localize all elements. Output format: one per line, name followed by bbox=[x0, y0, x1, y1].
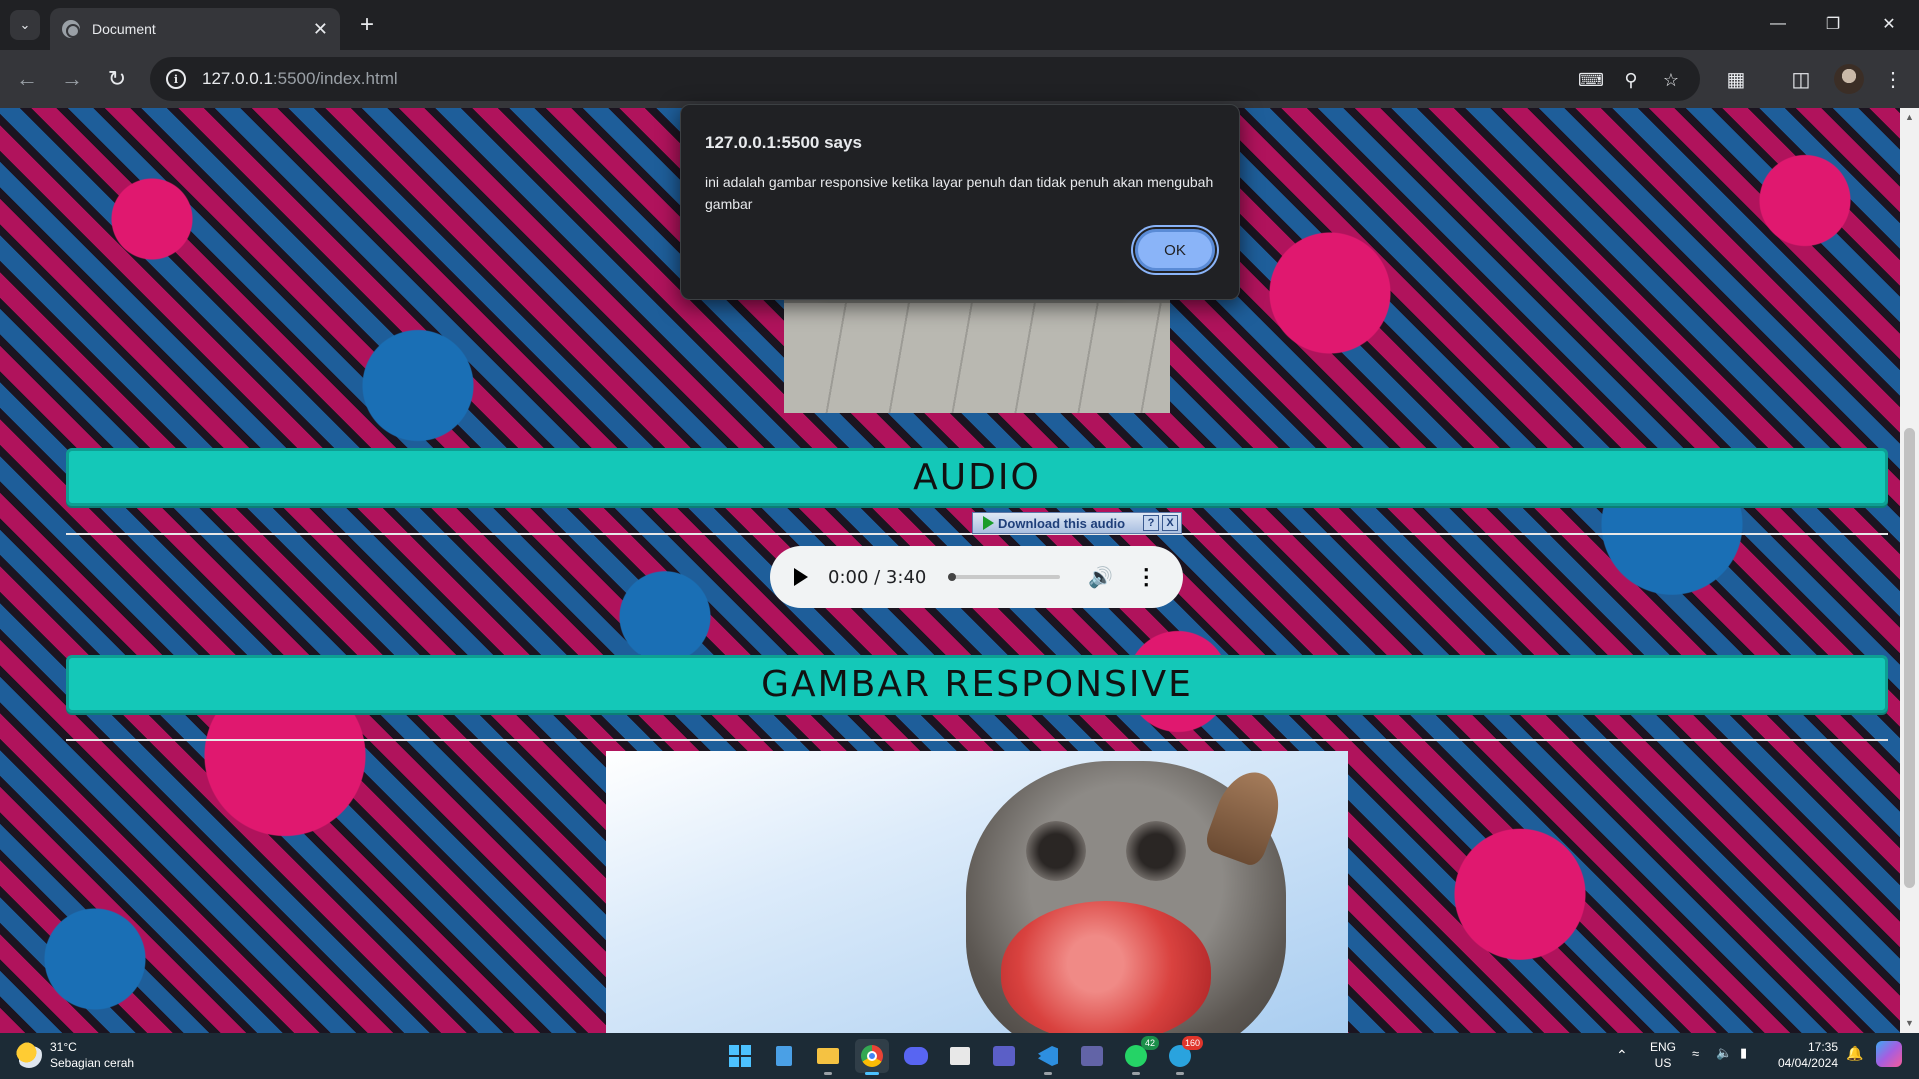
more-options-icon[interactable]: ⋮ bbox=[1135, 564, 1157, 590]
windows-taskbar: 31°C Sebagian cerah 42 160 ⌃ ENG US ≈ 🔈 … bbox=[0, 1033, 1919, 1079]
ok-button[interactable]: OK bbox=[1135, 229, 1215, 271]
scroll-up-icon[interactable]: ▲ bbox=[1904, 112, 1915, 122]
zoom-icon[interactable]: ⚲ bbox=[1618, 67, 1644, 93]
tab-strip: ⌄ Document ✕ + — ❐ ✕ bbox=[0, 0, 1919, 50]
weather-desc: Sebagian cerah bbox=[50, 1056, 135, 1070]
responsive-image bbox=[606, 751, 1348, 1033]
dialog-title: 127.0.0.1:5500 says bbox=[705, 133, 862, 152]
restore-icon[interactable]: ❐ bbox=[1810, 8, 1856, 40]
bookmark-star-icon[interactable]: ☆ bbox=[1658, 67, 1684, 93]
new-tab-plus-icon[interactable]: + bbox=[352, 10, 382, 40]
browser-toolbar: ← → ↻ i 127.0.0.1:5500/index.html ⌨ ⚲ ☆ … bbox=[0, 50, 1919, 108]
teams-icon[interactable] bbox=[987, 1039, 1021, 1073]
image-heading: GAMBAR RESPONSIVE bbox=[761, 663, 1193, 705]
tab-document[interactable]: Document ✕ bbox=[50, 8, 340, 50]
battery-icon[interactable]: ▮ bbox=[1740, 1045, 1747, 1061]
vscode-icon[interactable] bbox=[1031, 1039, 1065, 1075]
telegram-icon[interactable]: 160 bbox=[1163, 1036, 1203, 1075]
scroll-thumb[interactable] bbox=[1904, 428, 1915, 888]
wifi-icon[interactable]: ≈ bbox=[1692, 1046, 1699, 1062]
side-panel-icon[interactable]: ◫ bbox=[1786, 64, 1816, 94]
tab-title: Document bbox=[92, 21, 156, 37]
profile-avatar[interactable] bbox=[1834, 64, 1864, 94]
reload-icon[interactable]: ↻ bbox=[100, 62, 134, 96]
store-icon[interactable] bbox=[943, 1039, 977, 1073]
url-text: 127.0.0.1:5500/index.html bbox=[202, 69, 398, 88]
close-window-icon[interactable]: ✕ bbox=[1866, 8, 1912, 40]
discord-icon[interactable] bbox=[899, 1039, 933, 1073]
volume-icon[interactable]: 🔊 bbox=[1088, 565, 1113, 590]
weather-widget[interactable]: 31°C Sebagian cerah bbox=[16, 1039, 134, 1071]
globe-icon bbox=[62, 20, 80, 38]
page-scrollbar[interactable]: ▲ ▼ bbox=[1900, 108, 1919, 1033]
file-explorer-icon[interactable] bbox=[811, 1039, 845, 1075]
temperature: 31°C bbox=[50, 1040, 77, 1054]
notepad-icon[interactable] bbox=[767, 1039, 801, 1073]
whatsapp-badge: 42 bbox=[1141, 1036, 1159, 1050]
audio-heading: AUDIO bbox=[913, 456, 1041, 498]
whatsapp-icon[interactable]: 42 bbox=[1119, 1036, 1159, 1075]
copilot-icon[interactable] bbox=[1876, 1041, 1902, 1067]
teams-work-icon[interactable] bbox=[1075, 1039, 1109, 1073]
horse-nostril bbox=[1026, 821, 1086, 881]
download-play-icon bbox=[983, 516, 994, 530]
dialog-message: ini adalah gambar responsive ketika laya… bbox=[705, 174, 1214, 212]
notification-bell-icon[interactable]: 🔔 bbox=[1846, 1045, 1863, 1061]
translate-icon[interactable]: ⌨ bbox=[1578, 67, 1604, 93]
volume-icon[interactable]: 🔈 bbox=[1716, 1045, 1732, 1061]
back-arrow-icon[interactable]: ← bbox=[10, 62, 44, 96]
audio-time: 0:00 / 3:40 bbox=[828, 566, 927, 588]
divider bbox=[66, 739, 1888, 741]
extensions-puzzle-icon[interactable]: ▦ bbox=[1721, 64, 1751, 94]
telegram-badge: 160 bbox=[1181, 1036, 1203, 1050]
menu-kebab-icon[interactable]: ⋮ bbox=[1878, 64, 1908, 94]
scroll-down-icon[interactable]: ▼ bbox=[1904, 1018, 1915, 1028]
start-windows-icon[interactable] bbox=[723, 1039, 757, 1073]
language-indicator[interactable]: ENG US bbox=[1650, 1039, 1676, 1071]
close-tab-icon[interactable]: ✕ bbox=[313, 19, 328, 40]
horse-lips bbox=[1001, 901, 1211, 1033]
download-close-button[interactable]: X bbox=[1162, 515, 1178, 531]
horse-nostril bbox=[1126, 821, 1186, 881]
partly-sunny-icon bbox=[16, 1042, 42, 1068]
clock[interactable]: 17:35 04/04/2024 bbox=[1772, 1039, 1838, 1071]
forward-arrow-icon[interactable]: → bbox=[55, 62, 89, 96]
download-label: Download this audio bbox=[998, 515, 1126, 531]
alert-dialog: 127.0.0.1:5500 says ini adalah gambar re… bbox=[680, 104, 1240, 300]
download-audio-badge[interactable]: Download this audio ? X bbox=[972, 512, 1182, 534]
download-help-button[interactable]: ? bbox=[1143, 515, 1159, 531]
chrome-icon[interactable] bbox=[855, 1039, 889, 1075]
play-icon[interactable] bbox=[794, 568, 808, 586]
address-bar[interactable]: i 127.0.0.1:5500/index.html ⌨ ⚲ ☆ bbox=[150, 57, 1700, 101]
image-heading-bar: GAMBAR RESPONSIVE bbox=[66, 655, 1888, 713]
video-floor bbox=[784, 303, 1170, 413]
minimize-icon[interactable]: — bbox=[1755, 8, 1801, 40]
audio-seek-bar[interactable] bbox=[948, 573, 1061, 581]
tab-search-chevron-icon[interactable]: ⌄ bbox=[10, 10, 40, 40]
audio-heading-bar: AUDIO bbox=[66, 448, 1888, 506]
show-hidden-icons-chevron-icon[interactable]: ⌃ bbox=[1616, 1047, 1628, 1063]
site-info-icon[interactable]: i bbox=[166, 69, 186, 89]
audio-player: 0:00 / 3:40 🔊 ⋮ bbox=[770, 546, 1183, 608]
